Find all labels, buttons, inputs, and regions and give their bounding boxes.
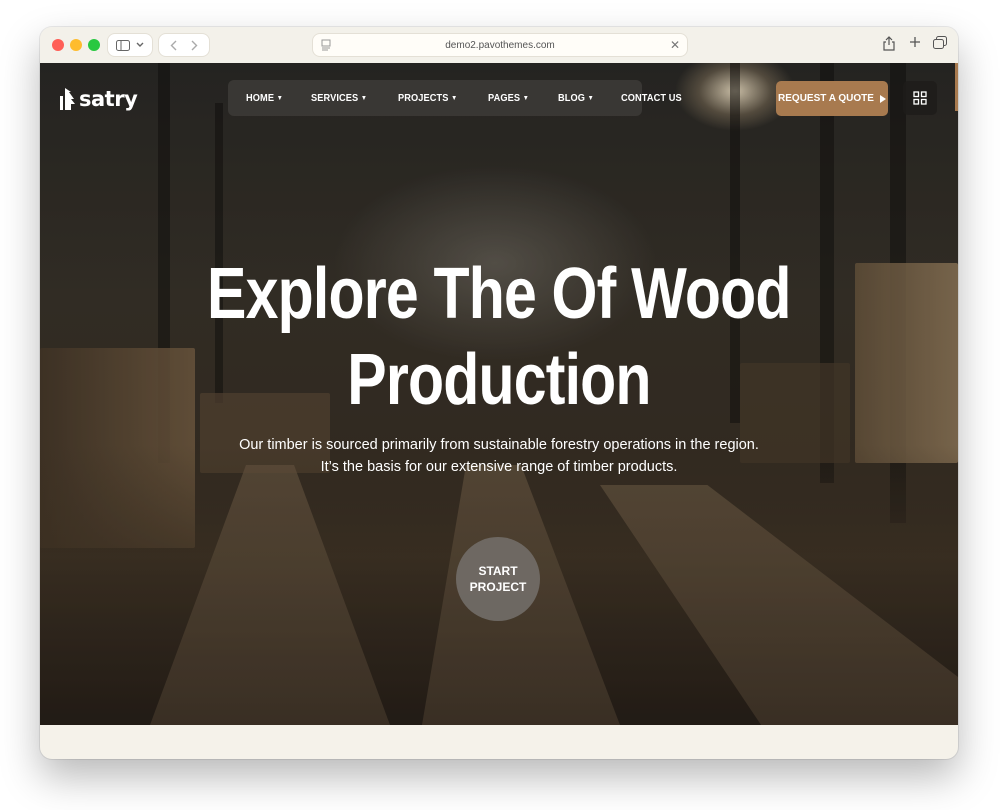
- chevron-down-icon: ▼: [522, 94, 530, 102]
- forward-icon[interactable]: [191, 40, 198, 51]
- grid-icon: [913, 91, 927, 105]
- nav-label: PAGES: [488, 92, 521, 104]
- close-window-button[interactable]: [52, 39, 64, 51]
- menu-grid-button[interactable]: [903, 81, 937, 115]
- scroll-indicator: [955, 63, 958, 111]
- hero-title-line-2: Production: [347, 340, 651, 420]
- zoom-window-button[interactable]: [88, 39, 100, 51]
- nav-projects[interactable]: PROJECTS ▼: [398, 92, 457, 104]
- chevron-down-icon: ▼: [360, 94, 368, 102]
- nav-pages[interactable]: PAGES ▼: [488, 92, 529, 104]
- logo-text: satry: [79, 87, 138, 111]
- main-navigation: HOME ▼ SERVICES ▼ PROJECTS ▼ PAGES ▼ BLOG ▼ C…: [228, 80, 682, 116]
- page-icon: [321, 39, 331, 51]
- plus-icon[interactable]: [909, 36, 921, 48]
- nav-label: BLOG: [557, 92, 585, 104]
- request-quote-button[interactable]: REQUEST A QUOTE: [776, 81, 888, 116]
- site-logo[interactable]: satry: [58, 87, 138, 111]
- start-project-label-1: START: [478, 564, 518, 578]
- hero-subtitle-line-1: Our timber is sourced primarily from sus…: [239, 437, 759, 453]
- chevron-down-icon: ▼: [276, 94, 283, 102]
- hero-subtitle-line-2: It’s the basis for our extensive range o…: [320, 459, 678, 475]
- browser-toolbar: demo2.pavothemes.com ✕: [40, 27, 958, 64]
- nav-label: SERVICES: [310, 92, 359, 104]
- nav-blog[interactable]: BLOG ▼: [558, 92, 594, 104]
- chevron-down-icon: ▼: [450, 94, 458, 102]
- close-icon[interactable]: ✕: [670, 38, 680, 52]
- chevron-down-icon: ▼: [587, 94, 594, 102]
- start-project-label-2: PROJECT: [469, 580, 527, 594]
- browser-window: demo2.pavothemes.com ✕ satry HOME ▼ SERVI…: [40, 27, 958, 759]
- nav-label: CONTACT US: [621, 92, 683, 104]
- nav-services[interactable]: SERVICES ▼: [311, 92, 367, 104]
- sidebar-toggle-button[interactable]: [107, 33, 153, 57]
- request-quote-label: REQUEST A QUOTE: [778, 93, 874, 104]
- hero-section: satry HOME ▼ SERVICES ▼ PROJECTS ▼ PAGES ▼ B…: [40, 63, 958, 725]
- chevron-down-icon: [136, 42, 144, 47]
- hero-title-line-1: Explore The Of Wood: [207, 254, 791, 334]
- history-nav: [158, 33, 210, 57]
- url-text: demo2.pavothemes.com: [445, 39, 555, 51]
- share-icon[interactable]: [883, 36, 895, 51]
- arrow-right-icon: [879, 94, 886, 103]
- hero-subtitle: Our timber is sourced primarily from sus…: [40, 434, 958, 478]
- address-bar[interactable]: demo2.pavothemes.com ✕: [312, 33, 688, 57]
- start-project-button[interactable]: START PROJECT: [456, 537, 540, 621]
- nav-label: HOME: [246, 92, 275, 104]
- tree-logo-icon: [60, 88, 75, 110]
- back-icon[interactable]: [170, 40, 177, 51]
- tabs-icon[interactable]: [933, 36, 947, 49]
- sidebar-icon: [116, 39, 130, 51]
- nav-label: PROJECTS: [397, 92, 449, 104]
- nav-home[interactable]: HOME ▼: [246, 92, 283, 104]
- hero-title: Explore The Of Wood Production: [40, 251, 958, 423]
- nav-contact-us[interactable]: CONTACT US: [621, 92, 682, 104]
- minimize-window-button[interactable]: [70, 39, 82, 51]
